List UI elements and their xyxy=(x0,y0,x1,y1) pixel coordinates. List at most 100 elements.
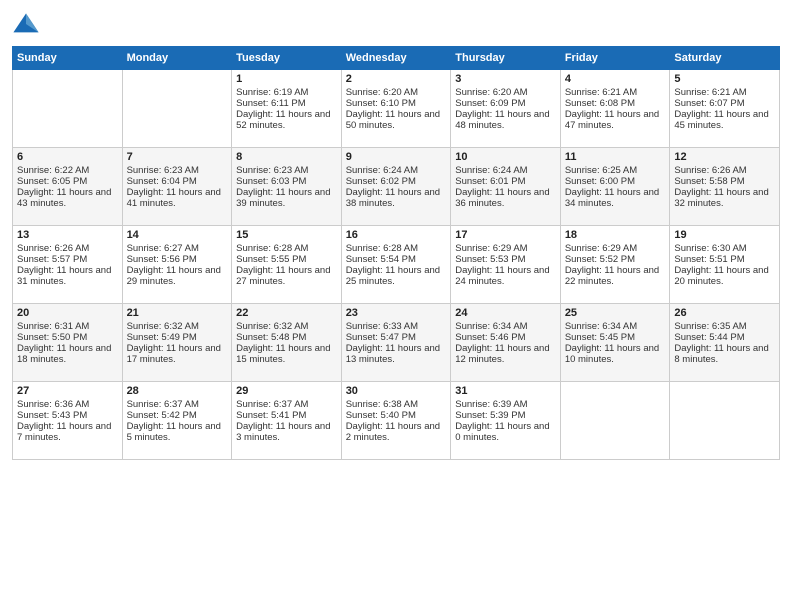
day-number: 9 xyxy=(346,151,447,163)
calendar-cell: 10 Sunrise: 6:24 AMSunset: 6:01 PMDayligh… xyxy=(451,148,561,226)
day-number: 7 xyxy=(127,151,228,163)
sunset-text: Sunset: 5:55 PM xyxy=(236,254,337,265)
sunrise-text: Sunrise: 6:34 AM xyxy=(455,321,556,332)
daylight-text: Daylight: 11 hours and 10 minutes. xyxy=(565,343,666,365)
sunrise-text: Sunrise: 6:34 AM xyxy=(565,321,666,332)
day-number: 13 xyxy=(17,229,118,241)
sunrise-text: Sunrise: 6:27 AM xyxy=(127,243,228,254)
week-row-4: 27Sunrise: 6:36 AMSunset: 5:43 PMDayligh… xyxy=(13,382,780,460)
calendar-cell: 31Sunrise: 6:39 AMSunset: 5:39 PMDayligh… xyxy=(451,382,561,460)
day-number: 17 xyxy=(455,229,556,241)
calendar-cell: 23Sunrise: 6:33 AMSunset: 5:47 PMDayligh… xyxy=(341,304,451,382)
header-cell-sunday: Sunday xyxy=(13,47,123,70)
sunrise-text: Sunrise: 6:39 AM xyxy=(455,399,556,410)
logo-icon xyxy=(12,10,40,38)
sunset-text: Sunset: 6:09 PM xyxy=(455,98,556,109)
header-cell-thursday: Thursday xyxy=(451,47,561,70)
sunset-text: Sunset: 5:46 PM xyxy=(455,332,556,343)
sunrise-text: Sunrise: 6:21 AM xyxy=(674,87,775,98)
sunrise-text: Sunrise: 6:32 AM xyxy=(236,321,337,332)
sunset-text: Sunset: 6:11 PM xyxy=(236,98,337,109)
day-number: 10 xyxy=(455,151,556,163)
sunset-text: Sunset: 6:08 PM xyxy=(565,98,666,109)
week-row-3: 20Sunrise: 6:31 AMSunset: 5:50 PMDayligh… xyxy=(13,304,780,382)
daylight-text: Daylight: 11 hours and 20 minutes. xyxy=(674,265,775,287)
sunrise-text: Sunrise: 6:23 AM xyxy=(127,165,228,176)
sunset-text: Sunset: 6:10 PM xyxy=(346,98,447,109)
sunrise-text: Sunrise: 6:37 AM xyxy=(127,399,228,410)
sunset-text: Sunset: 5:47 PM xyxy=(346,332,447,343)
daylight-text: Daylight: 11 hours and 13 minutes. xyxy=(346,343,447,365)
daylight-text: Daylight: 11 hours and 39 minutes. xyxy=(236,187,337,209)
calendar-cell: 12Sunrise: 6:26 AMSunset: 5:58 PMDayligh… xyxy=(670,148,780,226)
sunrise-text: Sunrise: 6:29 AM xyxy=(565,243,666,254)
calendar-cell: 29Sunrise: 6:37 AMSunset: 5:41 PMDayligh… xyxy=(232,382,342,460)
sunrise-text: Sunrise: 6:26 AM xyxy=(17,243,118,254)
sunrise-text: Sunrise: 6:35 AM xyxy=(674,321,775,332)
daylight-text: Daylight: 11 hours and 48 minutes. xyxy=(455,109,556,131)
daylight-text: Daylight: 11 hours and 36 minutes. xyxy=(455,187,556,209)
day-number: 26 xyxy=(674,307,775,319)
calendar-cell: 7Sunrise: 6:23 AMSunset: 6:04 PMDaylight… xyxy=(122,148,232,226)
sunset-text: Sunset: 5:50 PM xyxy=(17,332,118,343)
calendar-cell: 2Sunrise: 6:20 AMSunset: 6:10 PMDaylight… xyxy=(341,70,451,148)
calendar-cell: 6Sunrise: 6:22 AMSunset: 6:05 PMDaylight… xyxy=(13,148,123,226)
header-cell-wednesday: Wednesday xyxy=(341,47,451,70)
day-number: 11 xyxy=(565,151,666,163)
daylight-text: Daylight: 11 hours and 3 minutes. xyxy=(236,421,337,443)
sunrise-text: Sunrise: 6:38 AM xyxy=(346,399,447,410)
sunset-text: Sunset: 6:07 PM xyxy=(674,98,775,109)
daylight-text: Daylight: 11 hours and 43 minutes. xyxy=(17,187,118,209)
day-number: 6 xyxy=(17,151,118,163)
sunset-text: Sunset: 6:04 PM xyxy=(127,176,228,187)
sunrise-text: Sunrise: 6:32 AM xyxy=(127,321,228,332)
sunrise-text: Sunrise: 6:28 AM xyxy=(346,243,447,254)
calendar-table: SundayMondayTuesdayWednesdayThursdayFrid… xyxy=(12,46,780,460)
sunset-text: Sunset: 5:45 PM xyxy=(565,332,666,343)
calendar-cell: 3 Sunrise: 6:20 AMSunset: 6:09 PMDaylight… xyxy=(451,70,561,148)
sunrise-text: Sunrise: 6:31 AM xyxy=(17,321,118,332)
daylight-text: Daylight: 11 hours and 12 minutes. xyxy=(455,343,556,365)
sunset-text: Sunset: 6:03 PM xyxy=(236,176,337,187)
sunrise-text: Sunrise: 6:21 AM xyxy=(565,87,666,98)
sunset-text: Sunset: 5:58 PM xyxy=(674,176,775,187)
calendar-cell: 1Sunrise: 6:19 AMSunset: 6:11 PMDaylight… xyxy=(232,70,342,148)
day-number: 2 xyxy=(346,73,447,85)
calendar-cell: 21Sunrise: 6:32 AMSunset: 5:49 PMDayligh… xyxy=(122,304,232,382)
calendar-cell: 13Sunrise: 6:26 AMSunset: 5:57 PMDayligh… xyxy=(13,226,123,304)
calendar-cell: 9Sunrise: 6:24 AMSunset: 6:02 PMDaylight… xyxy=(341,148,451,226)
sunrise-text: Sunrise: 6:20 AM xyxy=(455,87,556,98)
day-number: 3 xyxy=(455,73,556,85)
sunrise-text: Sunrise: 6:26 AM xyxy=(674,165,775,176)
sunset-text: Sunset: 5:41 PM xyxy=(236,410,337,421)
calendar-cell: 14Sunrise: 6:27 AMSunset: 5:56 PMDayligh… xyxy=(122,226,232,304)
day-number: 8 xyxy=(236,151,337,163)
sunset-text: Sunset: 6:01 PM xyxy=(455,176,556,187)
sunrise-text: Sunrise: 6:28 AM xyxy=(236,243,337,254)
calendar-cell: 5Sunrise: 6:21 AMSunset: 6:07 PMDaylight… xyxy=(670,70,780,148)
day-number: 29 xyxy=(236,385,337,397)
sunset-text: Sunset: 5:51 PM xyxy=(674,254,775,265)
header-cell-monday: Monday xyxy=(122,47,232,70)
daylight-text: Daylight: 11 hours and 5 minutes. xyxy=(127,421,228,443)
day-number: 4 xyxy=(565,73,666,85)
logo xyxy=(12,10,42,38)
sunrise-text: Sunrise: 6:24 AM xyxy=(455,165,556,176)
daylight-text: Daylight: 11 hours and 15 minutes. xyxy=(236,343,337,365)
day-number: 25 xyxy=(565,307,666,319)
day-number: 30 xyxy=(346,385,447,397)
day-number: 19 xyxy=(674,229,775,241)
day-number: 28 xyxy=(127,385,228,397)
daylight-text: Daylight: 11 hours and 22 minutes. xyxy=(565,265,666,287)
daylight-text: Daylight: 11 hours and 38 minutes. xyxy=(346,187,447,209)
calendar-cell: 30Sunrise: 6:38 AMSunset: 5:40 PMDayligh… xyxy=(341,382,451,460)
sunset-text: Sunset: 5:48 PM xyxy=(236,332,337,343)
sunset-text: Sunset: 5:54 PM xyxy=(346,254,447,265)
calendar-cell: 27Sunrise: 6:36 AMSunset: 5:43 PMDayligh… xyxy=(13,382,123,460)
day-number: 14 xyxy=(127,229,228,241)
day-number: 31 xyxy=(455,385,556,397)
day-number: 12 xyxy=(674,151,775,163)
day-number: 24 xyxy=(455,307,556,319)
week-row-1: 6Sunrise: 6:22 AMSunset: 6:05 PMDaylight… xyxy=(13,148,780,226)
day-number: 18 xyxy=(565,229,666,241)
